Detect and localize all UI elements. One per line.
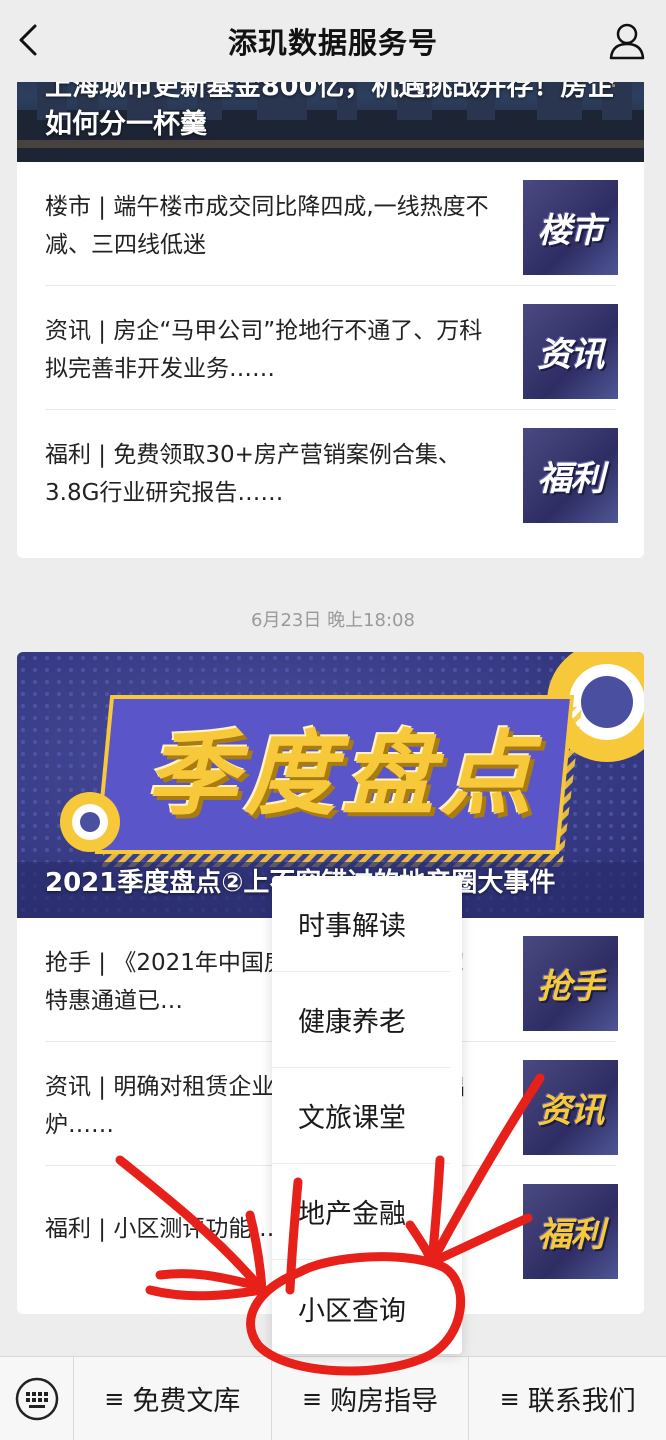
- page-title: 添玑数据服务号: [227, 26, 438, 60]
- article-card-1: 上海城市更新基金800亿，机遇挑战并存！房企如何分一杯羹 楼市 | 端午楼市成交…: [17, 0, 644, 558]
- menu-lines-icon: ≡: [499, 1384, 520, 1413]
- item-title: 楼市 | 端午楼市成交同比降四成,一线热度不减、三四线低迷: [45, 194, 489, 258]
- thumbnail: 楼市: [523, 180, 618, 275]
- menu-button-free-library[interactable]: ≡ 免费文库: [74, 1356, 272, 1440]
- navbar: 添玑数据服务号: [0, 0, 666, 82]
- thumbnail: 福利: [523, 428, 618, 523]
- item-title: 资讯 | 房企“马甲公司”抢地行不通了、万科拟完善非开发业务……: [45, 318, 483, 382]
- keyboard-icon[interactable]: [0, 1356, 74, 1440]
- bottom-menu-bar: ≡ 免费文库 ≡ 购房指导 ≡ 联系我们: [0, 1356, 666, 1440]
- menu-item-finance[interactable]: 地产金融: [272, 1164, 450, 1260]
- menu-button-label: 免费文库: [132, 1386, 241, 1417]
- timestamp: 6月23日 晚上18:08: [251, 610, 415, 631]
- item-title: 福利 | 免费领取30+房产营销案例合集、3.8G行业研究报告……: [45, 442, 461, 506]
- thumbnail: 资讯: [523, 1060, 618, 1155]
- menu-button-label: 联系我们: [527, 1386, 636, 1417]
- article-list: 楼市 | 端午楼市成交同比降四成,一线热度不减、三四线低迷 楼市 资讯 | 房企…: [17, 162, 644, 534]
- thumbnail: 福利: [523, 1184, 618, 1279]
- menu-button-label: 购房指导: [330, 1386, 439, 1417]
- menu-item-current-affairs[interactable]: 时事解读: [272, 876, 450, 972]
- menu-lines-icon: ≡: [104, 1384, 125, 1413]
- menu-button-contact-us[interactable]: ≡ 联系我们: [469, 1357, 666, 1440]
- menu-item-community-query[interactable]: 小区查询: [272, 1260, 450, 1356]
- menu-button-buying-guide[interactable]: ≡ 购房指导: [272, 1356, 470, 1440]
- list-item[interactable]: 楼市 | 端午楼市成交同比降四成,一线热度不减、三四线低迷 楼市: [45, 162, 618, 286]
- thumbnail: 抢手: [523, 936, 618, 1031]
- banner-text: 季度盘点: [145, 721, 538, 828]
- menu-lines-icon: ≡: [301, 1384, 323, 1413]
- list-item[interactable]: 资讯 | 房企“马甲公司”抢地行不通了、万科拟完善非开发业务…… 资讯: [45, 286, 618, 410]
- submenu-popup: 时事解读 健康养老 文旅课堂 地产金融 小区查询: [272, 876, 462, 1354]
- menu-item-health[interactable]: 健康养老: [272, 972, 450, 1068]
- menu-item-culture-travel[interactable]: 文旅课堂: [272, 1068, 450, 1164]
- user-icon[interactable]: [606, 20, 648, 62]
- chevron-left-icon[interactable]: [10, 20, 50, 60]
- list-item[interactable]: 福利 | 免费领取30+房产营销案例合集、3.8G行业研究报告…… 福利: [45, 410, 618, 534]
- thumbnail: 资讯: [523, 304, 618, 399]
